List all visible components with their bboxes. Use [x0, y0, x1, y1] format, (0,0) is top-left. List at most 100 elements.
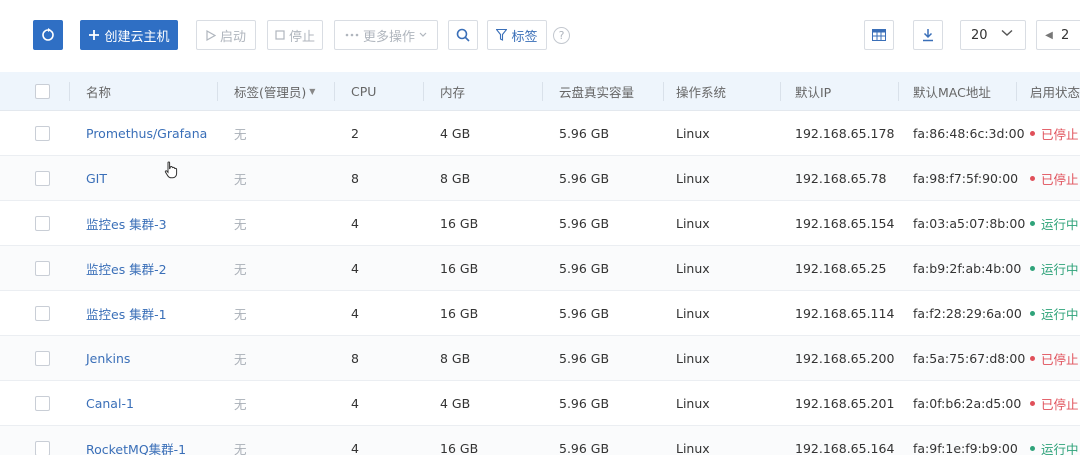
vm-name-link[interactable]: Promethus/Grafana: [86, 111, 207, 155]
header-name[interactable]: 名称: [86, 72, 111, 110]
vm-disk: 5.96 GB: [559, 260, 610, 276]
vm-status: 运行中: [1030, 201, 1079, 245]
pagination[interactable]: ◀ 2: [1036, 20, 1080, 50]
row-checkbox[interactable]: [35, 350, 50, 366]
table-row[interactable]: Jenkins 无 8 8 GB 5.96 GB Linux 192.168.6…: [0, 336, 1080, 381]
vm-name-link[interactable]: RocketMQ集群-1: [86, 426, 186, 455]
vm-os: Linux: [676, 260, 710, 276]
row-checkbox[interactable]: [35, 215, 50, 231]
vm-memory: 16 GB: [440, 260, 479, 276]
vm-disk: 5.96 GB: [559, 305, 610, 321]
vm-status: 已停止: [1030, 336, 1079, 380]
column-divider: [423, 82, 424, 101]
row-select-cell: [35, 336, 50, 380]
status-dot-icon: [1030, 130, 1035, 136]
stop-button[interactable]: 停止: [267, 20, 323, 50]
table-row[interactable]: Promethus/Grafana 无 2 4 GB 5.96 GB Linux…: [0, 111, 1080, 156]
vm-name-link[interactable]: 监控es 集群-2: [86, 246, 167, 290]
vm-status-label: 已停止: [1041, 126, 1079, 142]
pointer-cursor-icon: [164, 161, 178, 179]
row-checkbox[interactable]: [35, 125, 50, 141]
vm-os: Linux: [676, 350, 710, 366]
more-actions-label: 更多操作: [362, 29, 415, 45]
vm-tag: 无: [234, 171, 247, 187]
table-row[interactable]: GIT 无 8 8 GB 5.96 GB Linux 192.168.65.78…: [0, 156, 1080, 201]
tags-filter-button[interactable]: 标签: [487, 20, 547, 50]
vm-tag: 无: [234, 126, 247, 142]
vm-mac: fa:0f:b6:2a:d5:00: [913, 395, 1022, 411]
vm-mac: fa:f2:28:29:6a:00: [913, 305, 1022, 321]
table-row[interactable]: 监控es 集群-1 无 4 16 GB 5.96 GB Linux 192.16…: [0, 291, 1080, 336]
vm-memory: 8 GB: [440, 170, 471, 186]
table-settings-button[interactable]: [864, 20, 894, 50]
caret-down-icon[interactable]: ▼: [309, 87, 315, 96]
help-icon[interactable]: ?: [553, 27, 570, 44]
search-button[interactable]: [448, 20, 478, 50]
more-actions-dropdown[interactable]: 更多操作: [334, 20, 438, 50]
column-divider: [898, 82, 899, 101]
vm-disk: 5.96 GB: [559, 440, 610, 455]
vm-tag: 无: [234, 351, 247, 367]
select-all-checkbox[interactable]: [35, 83, 50, 99]
page-size-value: 20: [971, 27, 988, 43]
download-icon: [923, 29, 933, 42]
status-dot-icon: [1030, 220, 1035, 226]
column-divider: [334, 82, 335, 101]
header-cpu[interactable]: CPU: [351, 72, 376, 110]
status-dot-icon: [1030, 175, 1035, 181]
header-disk[interactable]: 云盘真实容量: [559, 72, 634, 110]
status-dot-icon: [1030, 310, 1035, 316]
vm-cpu: 2: [351, 125, 359, 141]
table-settings-icon: [872, 29, 886, 41]
header-ip[interactable]: 默认IP: [795, 72, 831, 110]
vm-status-label: 运行中: [1041, 441, 1079, 455]
chevron-down-icon: [419, 32, 427, 37]
vm-memory: 16 GB: [440, 440, 479, 455]
header-status[interactable]: 启用状态: [1030, 72, 1080, 110]
vm-ip: 192.168.65.25: [795, 260, 887, 276]
row-select-cell: [35, 111, 50, 155]
refresh-icon: [42, 28, 54, 41]
page-size-select[interactable]: 20: [960, 20, 1026, 50]
row-checkbox[interactable]: [35, 260, 50, 276]
vm-ip: 192.168.65.201: [795, 395, 895, 411]
vm-name-link[interactable]: 监控es 集群-1: [86, 291, 167, 335]
header-mac[interactable]: 默认MAC地址: [913, 72, 991, 110]
export-button[interactable]: [913, 20, 943, 50]
row-select-cell: [35, 426, 50, 455]
start-button[interactable]: 启动: [196, 20, 256, 50]
start-label: 启动: [219, 29, 246, 45]
row-checkbox[interactable]: [35, 395, 50, 411]
vm-memory: 16 GB: [440, 305, 479, 321]
vm-tag: 无: [234, 396, 247, 412]
vm-name-link[interactable]: Canal-1: [86, 381, 134, 425]
vm-name-link[interactable]: Jenkins: [86, 336, 130, 380]
vm-name-link[interactable]: 监控es 集群-3: [86, 201, 167, 245]
vm-tag: 无: [234, 306, 247, 322]
table-row[interactable]: 监控es 集群-3 无 4 16 GB 5.96 GB Linux 192.16…: [0, 201, 1080, 246]
table-row[interactable]: 监控es 集群-2 无 4 16 GB 5.96 GB Linux 192.16…: [0, 246, 1080, 291]
header-memory[interactable]: 内存: [440, 72, 465, 110]
column-divider: [780, 82, 781, 101]
refresh-button[interactable]: [33, 20, 63, 50]
header-os[interactable]: 操作系统: [676, 72, 726, 110]
chevron-left-icon[interactable]: ◀: [1037, 30, 1061, 41]
vm-mac: fa:b9:2f:ab:4b:00: [913, 260, 1022, 276]
stop-icon: [275, 30, 285, 40]
vm-tag: 无: [234, 216, 247, 232]
table-row[interactable]: Canal-1 无 4 4 GB 5.96 GB Linux 192.168.6…: [0, 381, 1080, 426]
row-select-cell: [35, 201, 50, 245]
row-checkbox[interactable]: [35, 305, 50, 321]
row-checkbox[interactable]: [35, 440, 50, 455]
vm-tag: 无: [234, 261, 247, 277]
vm-disk: 5.96 GB: [559, 350, 610, 366]
row-checkbox[interactable]: [35, 170, 50, 186]
vm-name-link[interactable]: GIT: [86, 156, 107, 200]
vm-ip: 192.168.65.154: [795, 215, 895, 231]
vm-os: Linux: [676, 125, 710, 141]
vm-disk: 5.96 GB: [559, 125, 610, 141]
header-tag[interactable]: 标签(管理员) ▼: [234, 72, 315, 110]
table-row[interactable]: RocketMQ集群-1 无 4 16 GB 5.96 GB Linux 192…: [0, 426, 1080, 455]
vm-memory: 8 GB: [440, 350, 471, 366]
create-vm-button[interactable]: 创建云主机: [80, 20, 178, 50]
